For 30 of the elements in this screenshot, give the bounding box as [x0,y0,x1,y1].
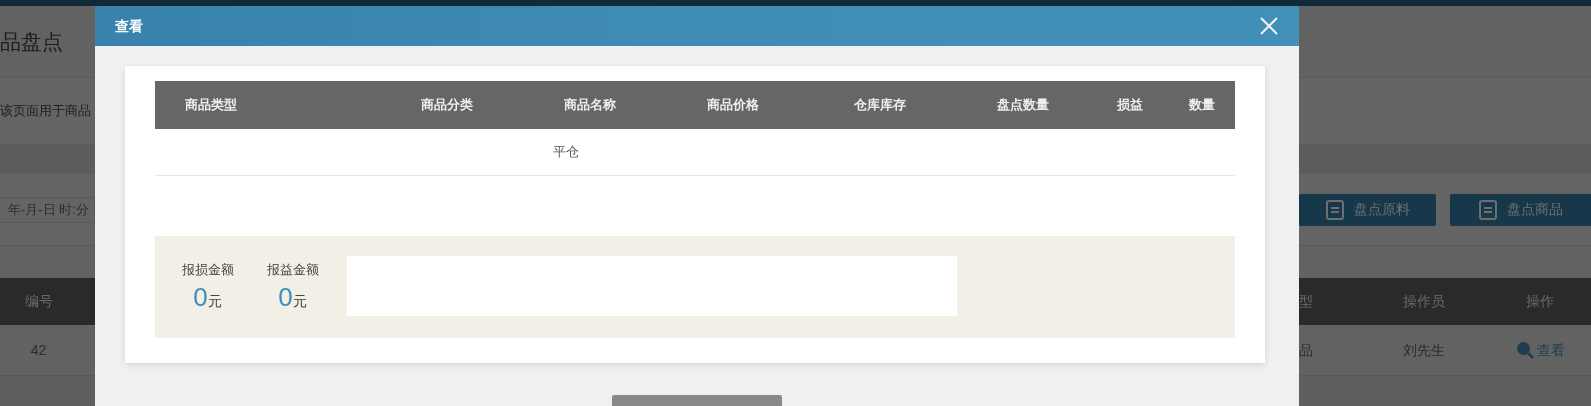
summary-value: 0元 [278,281,307,312]
column-header: 编号 [24,292,53,311]
close-icon [1260,17,1278,35]
page-title: 品盘点 [0,28,63,55]
column-header: 商品分类 [421,96,473,115]
column-header: 盘点数量 [997,96,1049,115]
summary-value: 0元 [193,281,222,312]
column-header: 型 [1299,292,1313,311]
summary-label: 报益金额 [266,261,319,279]
column-header: 损益 [1117,96,1143,115]
view-link[interactable]: 查看 [1515,339,1565,361]
column-header: 商品名称 [564,96,616,115]
toolbar-button[interactable]: 盘点原料 [1299,193,1436,226]
column-header: 商品类型 [185,96,237,115]
column-header: 操作员 [1403,292,1445,311]
search-icon [1515,341,1534,359]
column-header: 商品价格 [707,96,759,115]
column-header: 数量 [1189,96,1215,115]
summary-label: 报损金额 [181,261,234,279]
dialog-title: 查看 [115,16,143,36]
table-cell-text: 平仓 [553,143,579,162]
document-icon [1478,199,1497,220]
close-button[interactable] [1259,16,1279,36]
column-header: 仓库库存 [854,96,906,115]
document-icon [1325,199,1344,220]
note-field[interactable] [347,256,957,316]
page-description: 该页面用于商品 [0,102,91,121]
footer-button[interactable] [612,395,782,406]
toolbar-button[interactable]: 盘点商品 [1450,193,1591,226]
column-header: 操作 [1526,292,1554,311]
